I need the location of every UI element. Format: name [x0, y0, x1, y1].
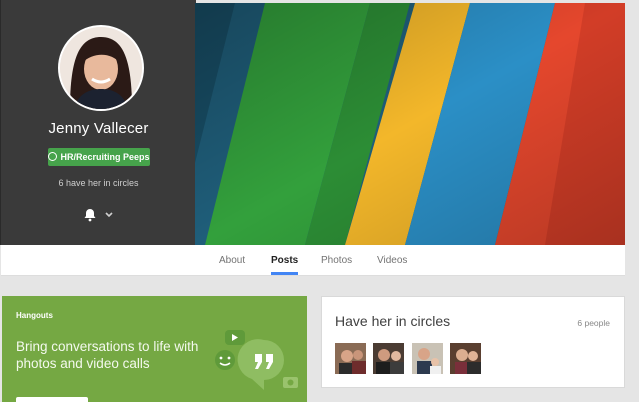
cover-photo: [195, 3, 625, 245]
emoji-icon: [215, 350, 235, 370]
circles-count[interactable]: 6 people: [577, 318, 610, 328]
active-tab-indicator: [271, 272, 298, 275]
person-avatar[interactable]: [373, 343, 405, 374]
notifications-toggle[interactable]: [81, 207, 121, 223]
profile-panel: Jenny Vallecer HR/Recruiting Peeps 6 hav…: [0, 0, 196, 245]
circle-badge-label: HR/Recruiting Peeps: [60, 152, 150, 162]
tab-posts[interactable]: Posts: [271, 255, 298, 266]
tab-about[interactable]: About: [219, 255, 245, 266]
tab-videos[interactable]: Videos: [377, 255, 407, 266]
in-circles-count[interactable]: 6 have her in circles: [1, 178, 196, 188]
circle-ring-icon: [48, 152, 58, 161]
profile-avatar[interactable]: [58, 25, 144, 111]
hangouts-quote-icon: [237, 339, 284, 390]
camera-icon: [283, 377, 298, 388]
person-avatar[interactable]: [335, 343, 366, 374]
person-avatar[interactable]: [450, 343, 482, 374]
circle-badge-button[interactable]: HR/Recruiting Peeps: [48, 148, 150, 166]
profile-name: Jenny Vallecer: [48, 120, 149, 137]
tab-photos[interactable]: Photos: [321, 255, 352, 266]
people-avatar-row: [335, 343, 484, 374]
hangouts-title: Hangouts: [16, 311, 53, 320]
hangouts-cta-button[interactable]: [16, 397, 88, 402]
bell-icon: [84, 209, 96, 222]
hangouts-tagline: Bring conversations to life with photos …: [16, 339, 199, 371]
circles-card-title[interactable]: Have her in circles: [335, 313, 450, 329]
chevron-down-icon: [105, 212, 113, 218]
person-avatar[interactable]: [411, 343, 443, 374]
circles-card: Have her in circles 6 people: [321, 296, 625, 388]
video-icon: [225, 330, 245, 345]
profile-tab-bar: About Posts Photos Videos: [1, 245, 625, 276]
hangouts-promo-card[interactable]: Hangouts Bring conversations to life wit…: [2, 296, 307, 402]
